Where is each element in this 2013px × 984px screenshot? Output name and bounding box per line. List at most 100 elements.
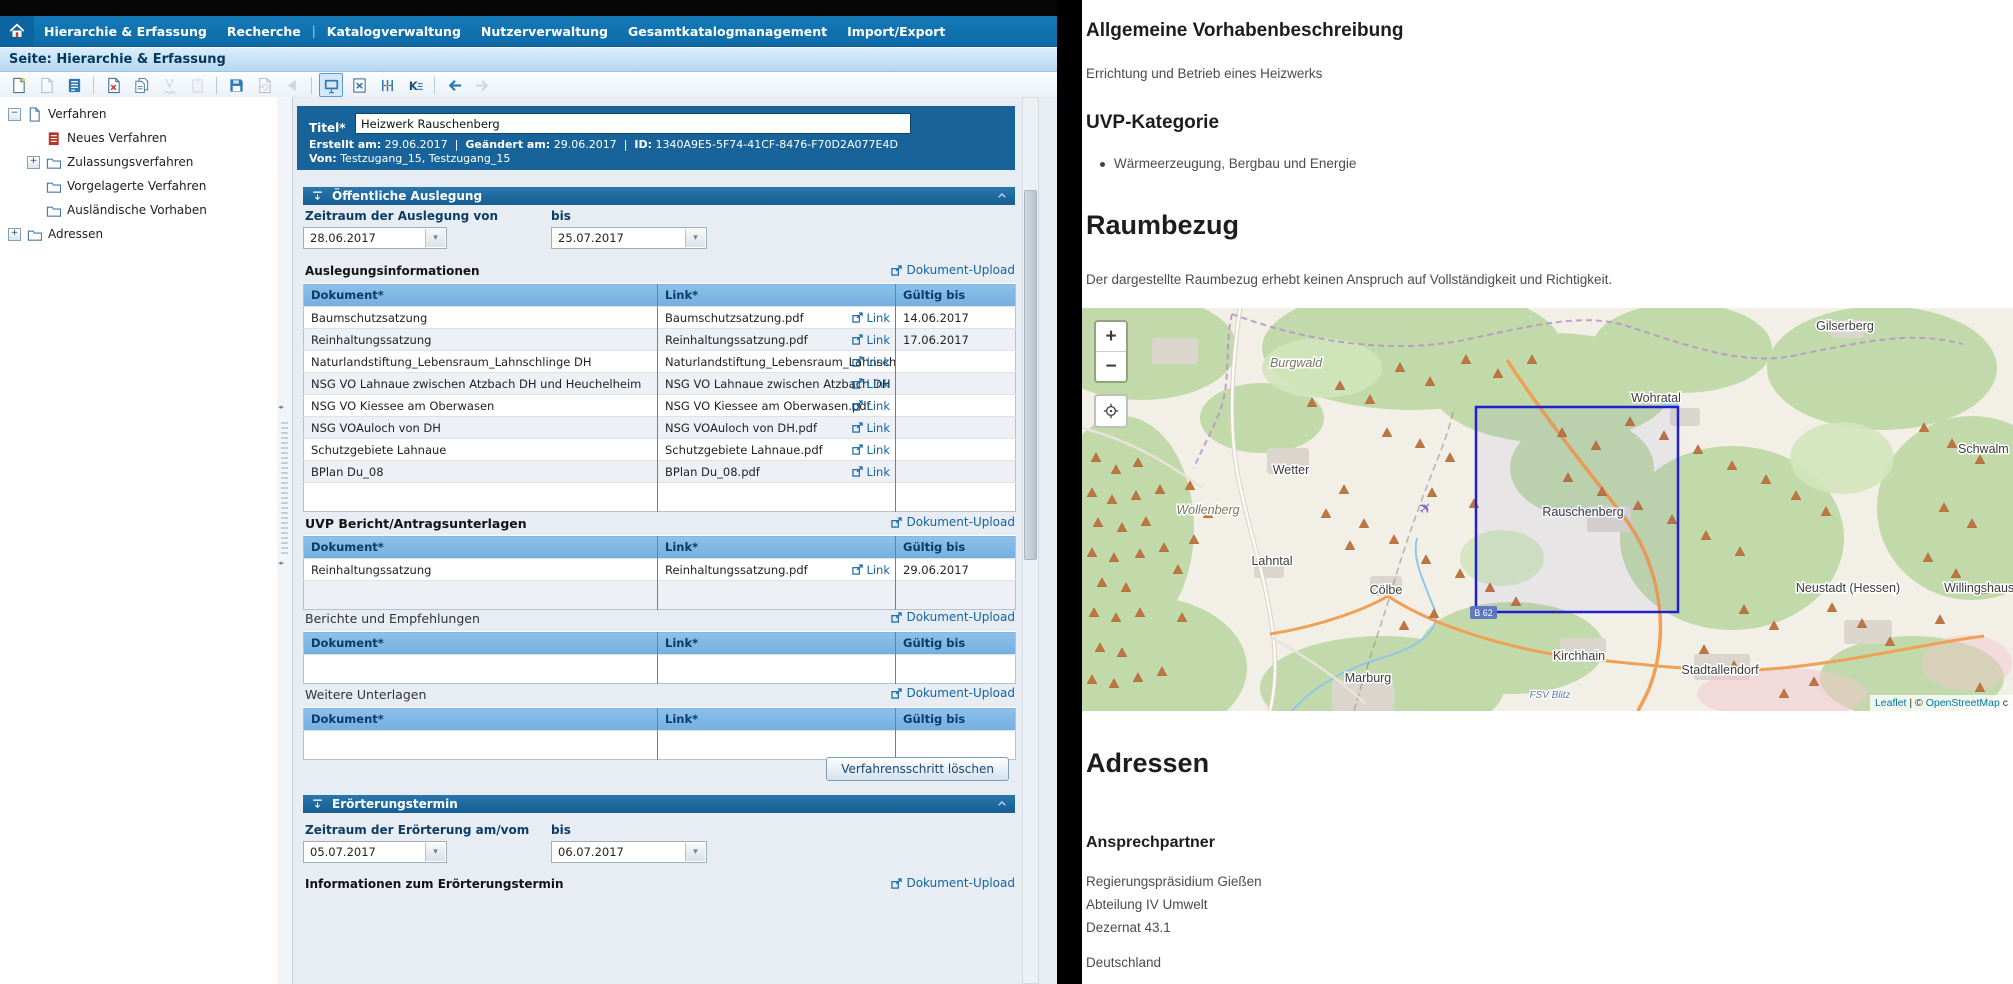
gueltig-bis-cell[interactable]: 17.06.2017 [896, 329, 1016, 351]
gueltig-bis-cell[interactable] [896, 731, 1016, 760]
dokument-cell[interactable] [304, 731, 658, 760]
scrollbar-thumb[interactable] [1024, 190, 1037, 560]
link-open-link[interactable]: Link [852, 333, 890, 347]
link-open-link[interactable]: Link [852, 421, 890, 435]
link-cell[interactable]: NSG VOAuloch von DH.pdfLink [658, 417, 896, 439]
link-open-link[interactable]: Link [852, 563, 890, 577]
dokument-upload-link[interactable]: Dokument-Upload [891, 686, 1015, 700]
eroerterung-to-date-input[interactable]: 06.07.2017 ▾ [551, 841, 707, 863]
nav-item-hierarchie-erfassung[interactable]: Hierarchie & Erfassung [44, 24, 207, 39]
delete-step-button[interactable]: Verfahrensschritt löschen [826, 757, 1009, 781]
nav-item-nutzerverwaltung[interactable]: Nutzerverwaltung [481, 24, 608, 39]
gueltig-bis-cell[interactable]: 29.06.2017 [896, 559, 1016, 581]
calendar-dropdown-icon[interactable]: ▾ [425, 843, 445, 861]
form-scrollbar[interactable] [1022, 97, 1039, 984]
history-back-icon[interactable] [442, 73, 466, 97]
open-document-icon[interactable] [34, 73, 58, 97]
dokument-cell[interactable]: NSG VOAuloch von DH [304, 417, 658, 439]
auslegung-from-date-input[interactable]: 28.06.2017 ▾ [303, 227, 447, 249]
link-open-link[interactable]: Link [852, 443, 890, 457]
column-width-icon[interactable] [375, 73, 399, 97]
excel-export-icon[interactable] [347, 73, 371, 97]
auslegung-to-date-input[interactable]: 25.07.2017 ▾ [551, 227, 707, 249]
gueltig-bis-cell[interactable] [896, 439, 1016, 461]
eroerterung-from-date-input[interactable]: 05.07.2017 ▾ [303, 841, 447, 863]
link-open-link[interactable]: Link [852, 399, 890, 413]
nav-item-gesamtkatalogmanagement[interactable]: Gesamtkatalogmanagement [628, 24, 827, 39]
calendar-dropdown-icon[interactable]: ▾ [425, 229, 445, 247]
splitter-collapse-icon[interactable]: ◂▸ [278, 403, 283, 411]
leaflet-link[interactable]: Leaflet [1875, 697, 1907, 709]
calendar-dropdown-icon[interactable]: ▾ [685, 229, 705, 247]
gueltig-bis-cell[interactable] [896, 417, 1016, 439]
home-icon[interactable] [0, 16, 34, 46]
new-document-icon[interactable] [6, 73, 30, 97]
link-cell[interactable] [658, 581, 896, 610]
link-cell[interactable]: Schutzgebiete Lahnaue.pdfLink [658, 439, 896, 461]
link-open-link[interactable]: Link [852, 355, 890, 369]
map[interactable]: BurgwaldWollenbergGilserbergWohratalWett… [1082, 308, 2013, 711]
dokument-cell[interactable]: Naturlandstiftung_Lebensraum_Lahnschling… [304, 351, 658, 373]
paste-icon[interactable] [185, 73, 209, 97]
locate-button[interactable] [1094, 394, 1128, 428]
link-open-link[interactable]: Link [852, 311, 890, 325]
link-cell[interactable] [658, 655, 896, 684]
dokument-cell[interactable]: NSG VO Kiessee am Oberwasen [304, 395, 658, 417]
dokument-upload-link[interactable]: Dokument-Upload [891, 263, 1015, 277]
revert-document-icon[interactable] [252, 73, 276, 97]
catalog-k-icon[interactable]: K [403, 73, 427, 97]
history-forward-icon[interactable] [470, 73, 494, 97]
tree-item-vorgelagerte-verfahren[interactable]: Vorgelagerte Verfahren [0, 174, 277, 198]
link-cell[interactable]: Reinhaltungssatzung.pdfLink [658, 559, 896, 581]
section-bar-oeffentliche-auslegung[interactable]: Öffentliche Auslegung [303, 187, 1015, 205]
dokument-upload-link[interactable]: Dokument-Upload [891, 610, 1015, 624]
dokument-cell[interactable]: Schutzgebiete Lahnaue [304, 439, 658, 461]
link-open-link[interactable]: Link [852, 465, 890, 479]
osm-link[interactable]: OpenStreetMap [1926, 697, 2000, 709]
dokument-cell[interactable]: BPlan Du_08 [304, 461, 658, 483]
link-cell[interactable]: Naturlandstiftung_Lebensraum_Lahnschling… [658, 351, 896, 373]
nav-item-katalogverwaltung[interactable]: Katalogverwaltung [327, 24, 461, 39]
dokument-upload-link[interactable]: Dokument-Upload [891, 515, 1015, 529]
gueltig-bis-cell[interactable] [896, 461, 1016, 483]
dokument-cell[interactable]: Baumschutzsatzung [304, 307, 658, 329]
calendar-dropdown-icon[interactable]: ▾ [685, 843, 705, 861]
dokument-cell[interactable] [304, 581, 658, 610]
title-input[interactable] [355, 113, 911, 134]
splitter-expand-icon[interactable]: ◂▸ [278, 559, 283, 567]
link-cell[interactable]: Reinhaltungssatzung.pdfLink [658, 329, 896, 351]
section-bar-eroerterungstermin[interactable]: Erörterungstermin [303, 795, 1015, 813]
form-list-icon[interactable] [62, 73, 86, 97]
copy-document-icon[interactable] [129, 73, 153, 97]
delete-document-icon[interactable] [101, 73, 125, 97]
zoom-out-button[interactable]: − [1096, 352, 1126, 381]
splitter-grip[interactable] [281, 422, 288, 554]
tree-item-adressen[interactable]: +Adressen [0, 222, 277, 246]
tree-expander-plus-icon[interactable]: + [27, 156, 40, 169]
gueltig-bis-cell[interactable] [896, 483, 1016, 512]
cut-icon[interactable] [157, 73, 181, 97]
dokument-cell[interactable] [304, 483, 658, 512]
tree-expander-plus-icon[interactable]: + [8, 228, 21, 241]
link-open-link[interactable]: Link [852, 377, 890, 391]
gueltig-bis-cell[interactable] [896, 351, 1016, 373]
link-cell[interactable]: NSG VO Lahnaue zwischen Atzbach DH undLi… [658, 373, 896, 395]
dokument-cell[interactable] [304, 655, 658, 684]
link-cell[interactable] [658, 731, 896, 760]
gueltig-bis-cell[interactable] [896, 655, 1016, 684]
tree-expander-minus-icon[interactable]: − [8, 108, 21, 121]
gueltig-bis-cell[interactable] [896, 395, 1016, 417]
dokument-cell[interactable]: Reinhaltungssatzung [304, 329, 658, 351]
save-icon[interactable] [224, 73, 248, 97]
tree-item-neues-verfahren[interactable]: Neues Verfahren [0, 126, 277, 150]
gueltig-bis-cell[interactable] [896, 373, 1016, 395]
gueltig-bis-cell[interactable] [896, 581, 1016, 610]
dokument-cell[interactable]: Reinhaltungssatzung [304, 559, 658, 581]
gueltig-bis-cell[interactable]: 14.06.2017 [896, 307, 1016, 329]
zoom-in-button[interactable]: + [1096, 322, 1126, 352]
link-cell[interactable]: Baumschutzsatzung.pdfLink [658, 307, 896, 329]
tree-item-ausl-ndische-vorhaben[interactable]: Ausländische Vorhaben [0, 198, 277, 222]
monitor-save-icon[interactable] [319, 73, 343, 97]
collapse-chevron-icon[interactable] [996, 190, 1008, 202]
dokument-upload-link[interactable]: Dokument-Upload [891, 876, 1015, 890]
